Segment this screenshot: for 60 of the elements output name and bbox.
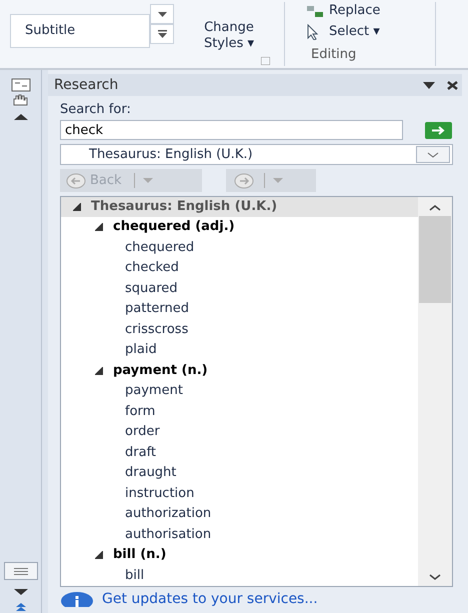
sense-heading[interactable]: payment (n.) xyxy=(113,360,208,380)
dropdown-icon[interactable] xyxy=(423,82,435,88)
cursor-icon xyxy=(307,24,319,40)
scrollbar-thumb[interactable] xyxy=(419,216,451,303)
splitter-button[interactable] xyxy=(4,562,38,580)
gallery-scroll-down-button[interactable] xyxy=(150,4,174,24)
caret-down-icon xyxy=(142,178,153,183)
synonym-item[interactable]: patterned xyxy=(125,299,190,319)
replace-icon xyxy=(307,6,323,16)
scrollbar[interactable] xyxy=(418,197,452,586)
change-styles-button[interactable]: Change Styles ▾ xyxy=(204,20,254,52)
updates-link[interactable]: Get updates to your services... xyxy=(102,588,318,610)
synonym-item[interactable]: authorization xyxy=(125,504,212,524)
search-go-button[interactable] xyxy=(425,122,452,138)
synonym-item[interactable]: chequered xyxy=(125,238,194,258)
arrow-right-icon xyxy=(432,126,445,134)
synonym-item[interactable]: order xyxy=(125,422,160,442)
synonym-item[interactable]: authorisation xyxy=(125,524,212,544)
source-value: Thesaurus: English (U.K.) xyxy=(88,146,254,164)
close-icon[interactable] xyxy=(447,80,458,90)
sense-heading[interactable]: bill (n.) xyxy=(113,545,166,565)
double-up-icon[interactable] xyxy=(16,603,26,611)
synonym-item[interactable]: plaid xyxy=(125,340,157,360)
sense-heading[interactable]: chequered (adj.) xyxy=(113,217,235,237)
more-icon xyxy=(158,30,166,38)
synonym-item[interactable]: form xyxy=(125,402,156,422)
group-label: Editing xyxy=(311,46,356,64)
style-gallery[interactable]: Subtitle xyxy=(10,14,150,48)
lines-icon xyxy=(14,568,28,574)
expanded-icon[interactable] xyxy=(95,366,103,375)
caret-down-icon xyxy=(273,178,283,183)
synonym-item[interactable]: draft xyxy=(125,442,156,462)
scroll-down-icon[interactable] xyxy=(429,574,441,580)
replace-button[interactable]: Replace xyxy=(307,0,435,22)
tree-root-label: Thesaurus: English (U.K.) xyxy=(91,198,278,216)
search-field[interactable]: check xyxy=(60,120,403,140)
synonym-item[interactable]: crisscross xyxy=(125,320,188,340)
caret-down-icon xyxy=(158,12,166,16)
scroll-down-icon[interactable] xyxy=(14,589,28,595)
synonym-item[interactable]: squared xyxy=(125,278,178,298)
scroll-up-icon[interactable] xyxy=(429,205,441,211)
synonym-item[interactable]: payment xyxy=(125,381,183,401)
expanded-icon[interactable] xyxy=(95,551,103,560)
expanded-icon[interactable] xyxy=(95,223,103,232)
expanded-icon[interactable] xyxy=(73,202,81,211)
synonym-item[interactable]: bill xyxy=(125,566,144,586)
chevron-down-icon xyxy=(427,152,439,158)
style-item[interactable]: Subtitle xyxy=(25,21,76,41)
gallery-more-button[interactable] xyxy=(150,24,174,44)
tree-root-row[interactable]: Thesaurus: English (U.K.) xyxy=(61,197,418,217)
select-button[interactable]: Select ▾ xyxy=(307,22,435,42)
dialog-launcher-icon xyxy=(261,57,270,65)
synonym-item[interactable]: draught xyxy=(125,463,176,483)
scroll-up-icon[interactable] xyxy=(14,114,28,120)
synonym-item[interactable]: instruction xyxy=(125,484,194,504)
search-label: Search for: xyxy=(60,102,132,118)
info-icon xyxy=(60,591,94,607)
source-dropdown[interactable]: Thesaurus: English (U.K.) xyxy=(60,144,453,165)
pane-title: Research xyxy=(54,76,120,94)
synonym-item[interactable]: checked xyxy=(125,258,179,278)
